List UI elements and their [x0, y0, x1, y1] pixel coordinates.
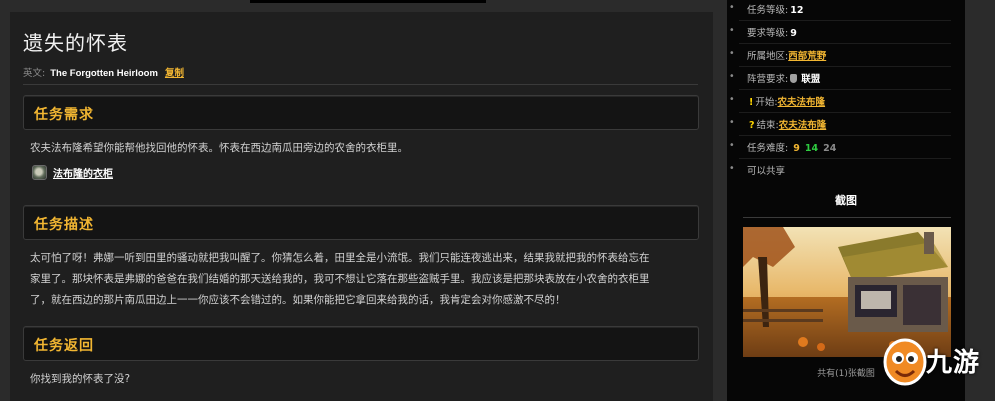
exclamation-icon: !	[749, 97, 754, 108]
quest-start-label: 开始:	[755, 97, 778, 108]
question-mark-icon: ?	[749, 120, 755, 131]
required-level-label: 要求等级:	[747, 28, 789, 39]
shareable-label: 可以共享	[747, 166, 786, 177]
difficulty-green: 14	[804, 143, 819, 154]
info-divider	[739, 135, 951, 136]
alliance-shield-icon	[790, 74, 798, 83]
npc-object-row: 法布隆的衣柜	[32, 165, 113, 180]
info-quest-start: • ! 开始:农夫法布隆	[729, 94, 826, 108]
bullet-icon: •	[729, 48, 735, 59]
difficulty-orange: 9	[793, 143, 800, 154]
bullet-icon: •	[729, 2, 735, 13]
return-text: 你找到我的怀表了没?	[30, 373, 131, 385]
info-divider	[739, 66, 951, 67]
info-quest-level: • 任务等级: 12	[729, 2, 804, 16]
quest-start-npc-link[interactable]: 农夫法布隆	[778, 97, 826, 108]
title-divider	[23, 84, 698, 85]
bullet-icon: •	[729, 163, 735, 174]
info-divider	[739, 158, 951, 159]
english-name-row: 英文: The Forgotten Heirloom 复制	[23, 65, 184, 79]
zone-label: 所属地区:	[747, 51, 789, 62]
section-return-heading: 任务返回	[34, 338, 94, 354]
info-shareable: • 可以共享	[729, 163, 786, 177]
required-level-value: 9	[790, 28, 797, 39]
jiuyou-logo: 九游	[880, 330, 995, 401]
info-divider	[739, 43, 951, 44]
info-difficulty: • 任务难度: 9 14 24	[729, 140, 837, 154]
copy-button[interactable]: 复制	[165, 68, 184, 79]
bullet-icon: •	[729, 140, 735, 151]
quest-end-label: 结束:	[756, 120, 779, 131]
quest-end-npc-link[interactable]: 农夫法布隆	[779, 120, 827, 131]
section-description-heading: 任务描述	[34, 217, 94, 233]
section-description-header: 任务描述	[23, 205, 699, 240]
quest-main-panel: 遗失的怀表 英文: The Forgotten Heirloom 复制 任务需求…	[10, 12, 713, 401]
description-line-3: 了，就在西边的那片南瓜田边上一一你应该不会错过的。如果你能把它拿回来给我的话，我…	[30, 294, 566, 306]
section-requirements-header: 任务需求	[23, 95, 699, 130]
info-zone: • 所属地区:西部荒野	[729, 48, 826, 62]
description-line-2: 家里了。那块怀表是弗娜的爸爸在我们结婚的那天送给我的，我可不想让它落在那些盗贼手…	[30, 273, 650, 285]
bullet-icon: •	[729, 25, 735, 36]
info-quest-end: • ? 结束:农夫法布隆	[729, 117, 827, 131]
bullet-icon: •	[729, 117, 735, 128]
info-divider	[739, 112, 951, 113]
description-line-1: 太可怕了呀！弗娜一听到田里的骚动就把我叫醒了。你猜怎么着，田里全是小流氓。我们只…	[30, 252, 650, 264]
quest-level-value: 12	[790, 5, 804, 16]
quest-level-label: 任务等级:	[747, 5, 789, 16]
info-required-level: • 要求等级: 9	[729, 25, 797, 39]
requirements-text: 农夫法布隆希望你能帮他找回他的怀表。怀表在西边南瓜田旁边的农舍的衣柜里。	[30, 142, 408, 154]
screenshot-divider	[743, 217, 951, 218]
section-return-header: 任务返回	[23, 326, 699, 361]
jiuyou-mascot-icon	[883, 338, 927, 386]
page-title: 遗失的怀表	[23, 31, 128, 55]
wardrobe-link[interactable]: 法布隆的衣柜	[53, 165, 113, 180]
jiuyou-logo-text: 九游	[926, 348, 981, 378]
english-label: 英文:	[23, 68, 46, 79]
faction-label: 阵营要求:	[747, 74, 789, 85]
info-divider	[739, 89, 951, 90]
english-name: The Forgotten Heirloom	[50, 68, 158, 79]
bullet-icon: •	[729, 94, 735, 105]
screenshot-section-title: 截图	[835, 194, 857, 207]
difficulty-grey: 24	[823, 143, 837, 154]
info-divider	[739, 20, 951, 21]
wardrobe-icon	[32, 165, 47, 180]
top-strip	[250, 0, 486, 3]
zone-link[interactable]: 西部荒野	[788, 51, 826, 62]
section-requirements-heading: 任务需求	[34, 107, 94, 123]
difficulty-label: 任务难度:	[747, 143, 789, 154]
faction-value: 联盟	[801, 74, 821, 85]
info-faction: • 阵营要求: 联盟	[729, 71, 821, 85]
bullet-icon: •	[729, 71, 735, 82]
